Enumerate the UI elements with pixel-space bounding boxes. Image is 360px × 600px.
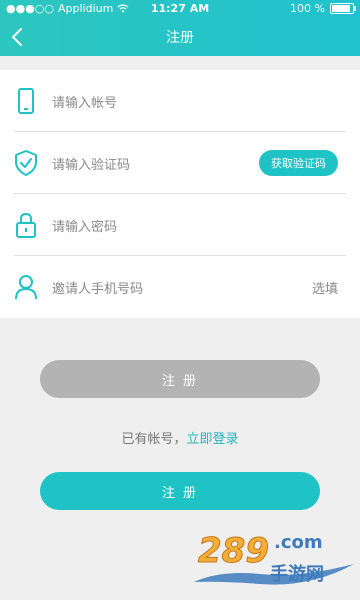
- password-row[interactable]: 请输入密码: [0, 194, 360, 256]
- svg-text:手游网: 手游网: [270, 563, 324, 585]
- status-right: 100 %: [290, 2, 356, 15]
- register-form: 请输入帐号 请输入验证码 获取验证码 请输入密码 邀请人手机号码 选填: [0, 70, 360, 318]
- lock-icon: [16, 212, 36, 238]
- battery-fill: [332, 5, 350, 12]
- register-button-disabled[interactable]: 注 册: [40, 360, 320, 398]
- invite-row[interactable]: 邀请人手机号码 选填: [0, 256, 360, 318]
- get-code-button[interactable]: 获取验证码: [259, 150, 338, 176]
- register-button[interactable]: 注 册: [40, 472, 320, 510]
- phone-icon: [18, 88, 34, 114]
- page-title: 注册: [166, 30, 194, 46]
- battery-text: 100 %: [290, 2, 325, 15]
- password-input[interactable]: 请输入密码: [52, 216, 117, 235]
- svg-text:289: 289: [198, 531, 269, 571]
- invite-input[interactable]: 邀请人手机号码: [52, 278, 143, 297]
- code-row[interactable]: 请输入验证码 获取验证码: [0, 132, 360, 194]
- nav-bar: 注册: [0, 18, 360, 56]
- battery-icon: [330, 3, 356, 14]
- user-icon: [15, 275, 37, 300]
- shield-check-icon: [15, 150, 37, 176]
- svg-text:.com: .com: [274, 532, 323, 553]
- optional-label: 选填: [311, 282, 338, 297]
- login-prompt-text: 已有帐号，: [121, 432, 187, 447]
- account-row[interactable]: 请输入帐号: [0, 70, 360, 132]
- code-input[interactable]: 请输入验证码: [52, 154, 130, 173]
- login-link[interactable]: 立即登录: [187, 432, 239, 447]
- account-input[interactable]: 请输入帐号: [52, 92, 117, 111]
- watermark-logo: 289 .com 手游网: [194, 531, 354, 585]
- login-prompt: 已有帐号，立即登录: [0, 428, 360, 447]
- status-bar: ●●●○○ Applidium 11:27 AM 100 %: [0, 0, 360, 18]
